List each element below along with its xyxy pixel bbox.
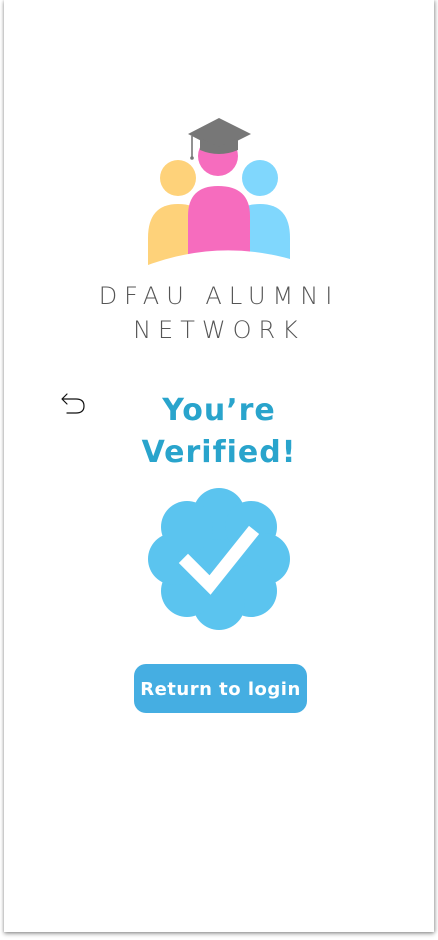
alumni-logo: [140, 118, 300, 277]
verified-check-badge-icon: [148, 488, 290, 630]
verified-title-line1: You’re: [162, 393, 276, 428]
verified-title-line2: Verified!: [141, 435, 297, 470]
brand-name-line1: DFAU ALUMNI: [98, 282, 340, 310]
graduation-cap-icon: [188, 118, 251, 160]
brand-name-line2: NETWORK: [133, 316, 305, 344]
return-to-login-button[interactable]: Return to login: [134, 664, 307, 713]
